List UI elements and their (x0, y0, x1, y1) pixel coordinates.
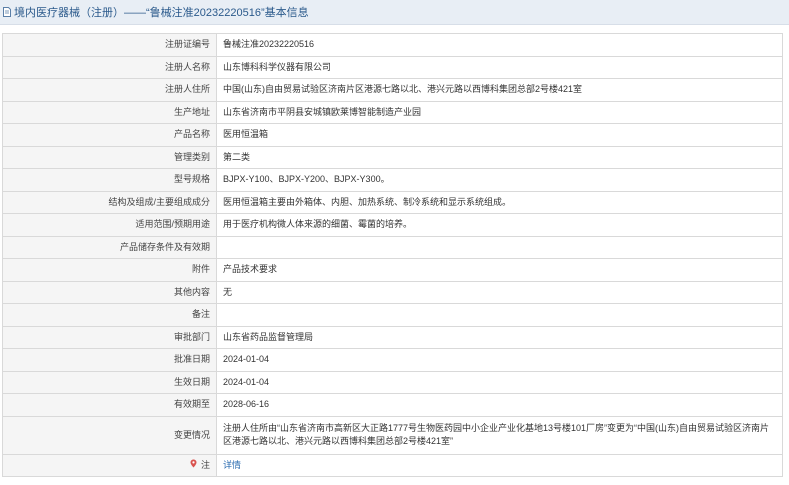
row-value (216, 303, 783, 327)
note-label-cell: 注 (2, 453, 217, 477)
row-label: 附件 (2, 258, 217, 282)
row-value: BJPX-Y100、BJPX-Y200、BJPX-Y300。 (216, 168, 783, 192)
row-label: 产品名称 (2, 123, 217, 147)
row-label: 生产地址 (2, 100, 217, 124)
device-info-table: 注册证编号 鲁械注准20232220516 注册人名称 山东博科科学仪器有限公司… (2, 33, 783, 477)
table-row: 备注 (2, 303, 783, 327)
row-label: 有效期至 (2, 393, 217, 417)
table-row: 其他内容 无 (2, 280, 783, 304)
table-row: 结构及组成/主要组成成分 医用恒温箱主要由外箱体、内胆、加热系统、制冷系统和显示… (2, 190, 783, 214)
row-value: 产品技术要求 (216, 258, 783, 282)
table-row: 生效日期 2024-01-04 (2, 370, 783, 394)
row-label: 生效日期 (2, 370, 217, 394)
row-label: 备注 (2, 303, 217, 327)
table-row: 适用范围/预期用途 用于医疗机构微人体来源的细菌、霉菌的培养。 (2, 213, 783, 237)
note-label: 注 (200, 459, 210, 470)
location-pin-icon (190, 459, 200, 470)
table-row: 生产地址 山东省济南市平阴县安城镇欧莱博智能制造产业园 (2, 100, 783, 124)
row-value: 注册人住所由“山东省济南市高新区大正路1777号生物医药园中小企业产业化基地13… (216, 415, 783, 455)
page-header: 境内医疗器械（注册）——“鲁械注准20232220516”基本信息 (0, 0, 789, 25)
row-value: 医用恒温箱主要由外箱体、内胆、加热系统、制冷系统和显示系统组成。 (216, 190, 783, 214)
row-label: 其他内容 (2, 280, 217, 304)
row-label: 型号规格 (2, 168, 217, 192)
table-row: 产品储存条件及有效期 (2, 235, 783, 259)
table-row: 审批部门 山东省药品监督管理局 (2, 325, 783, 349)
table-row: 批准日期 2024-01-04 (2, 348, 783, 372)
table-row: 注册人住所 中国(山东)自由贸易试验区济南片区港源七路以北、港兴元路以西博科集团… (2, 78, 783, 102)
table-row: 注册人名称 山东博科科学仪器有限公司 (2, 55, 783, 79)
row-value: 中国(山东)自由贸易试验区济南片区港源七路以北、港兴元路以西博科集团总部2号楼4… (216, 78, 783, 102)
row-value: 山东博科科学仪器有限公司 (216, 55, 783, 79)
row-value: 2024-01-04 (216, 348, 783, 372)
document-icon (3, 7, 11, 17)
table-row: 注册证编号 鲁械注准20232220516 (2, 33, 783, 57)
row-value: 第二类 (216, 145, 783, 169)
row-label: 管理类别 (2, 145, 217, 169)
row-label: 注册证编号 (2, 33, 217, 57)
details-link[interactable]: 详情 (223, 460, 241, 470)
row-label: 注册人名称 (2, 55, 217, 79)
table-row: 型号规格 BJPX-Y100、BJPX-Y200、BJPX-Y300。 (2, 168, 783, 192)
row-value: 2024-01-04 (216, 370, 783, 394)
row-value: 山东省药品监督管理局 (216, 325, 783, 349)
row-value: 医用恒温箱 (216, 123, 783, 147)
row-label: 产品储存条件及有效期 (2, 235, 217, 259)
row-label: 变更情况 (2, 415, 217, 455)
row-value (216, 235, 783, 259)
table-row: 有效期至 2028-06-16 (2, 393, 783, 417)
row-label: 批准日期 (2, 348, 217, 372)
row-value: 山东省济南市平阴县安城镇欧莱博智能制造产业园 (216, 100, 783, 124)
row-value: 无 (216, 280, 783, 304)
page-title: 境内医疗器械（注册）——“鲁械注准20232220516”基本信息 (14, 7, 309, 19)
table-row: 注 详情 (2, 453, 783, 477)
note-value-cell: 详情 (216, 453, 783, 477)
table-row: 变更情况 注册人住所由“山东省济南市高新区大正路1777号生物医药园中小企业产业… (2, 415, 783, 455)
row-label: 适用范围/预期用途 (2, 213, 217, 237)
row-value: 用于医疗机构微人体来源的细菌、霉菌的培养。 (216, 213, 783, 237)
row-label: 审批部门 (2, 325, 217, 349)
table-row: 附件 产品技术要求 (2, 258, 783, 282)
row-value: 2028-06-16 (216, 393, 783, 417)
row-label: 注册人住所 (2, 78, 217, 102)
row-label: 结构及组成/主要组成成分 (2, 190, 217, 214)
row-value: 鲁械注准20232220516 (216, 33, 783, 57)
table-row: 管理类别 第二类 (2, 145, 783, 169)
table-row: 产品名称 医用恒温箱 (2, 123, 783, 147)
